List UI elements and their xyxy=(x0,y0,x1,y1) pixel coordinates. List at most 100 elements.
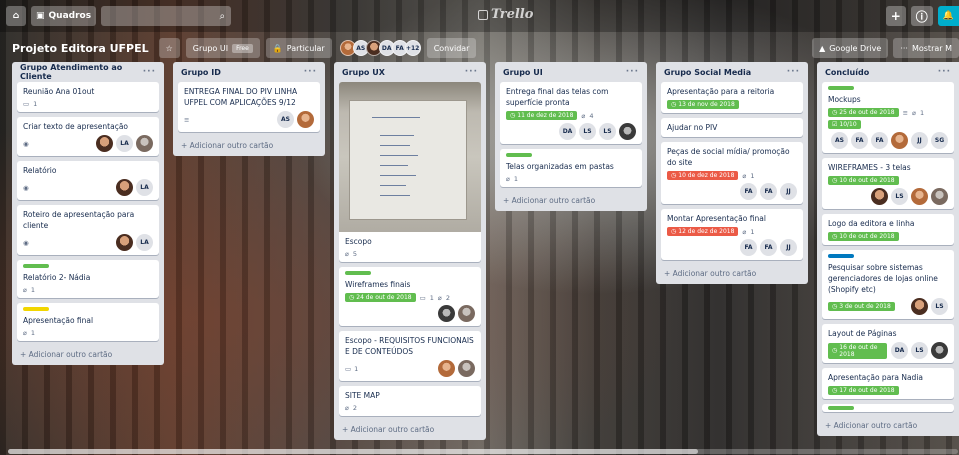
member-avatar[interactable] xyxy=(619,123,636,140)
member-avatar[interactable]: AS xyxy=(831,132,848,149)
list-title[interactable]: Grupo UI xyxy=(503,68,543,77)
due-date-badge[interactable]: ◷ 17 de out de 2018 xyxy=(828,386,899,395)
due-date-badge[interactable]: ◷ 11 de dez de 2018 xyxy=(506,111,578,120)
add-card-button[interactable]: + Adicionar outro cartão xyxy=(339,421,481,436)
list-menu-icon[interactable]: ··· xyxy=(626,67,639,77)
member-avatar[interactable]: LS xyxy=(911,342,928,359)
add-card-button[interactable]: + Adicionar outro cartão xyxy=(17,346,159,361)
notifications-button[interactable]: 🔔 xyxy=(937,6,959,26)
list-title[interactable]: Grupo Social Media xyxy=(664,68,751,77)
due-date-badge[interactable]: ◷ 16 de out de 2018 xyxy=(828,342,887,359)
list-title[interactable]: Concluído xyxy=(825,68,869,77)
card-label-blue[interactable] xyxy=(828,254,854,258)
due-date-badge[interactable]: ◷ 12 de dez de 2018 xyxy=(667,227,739,236)
due-date-badge[interactable]: ◷ 10 de dez de 2018 xyxy=(667,171,739,180)
member-avatar[interactable]: DA xyxy=(891,342,908,359)
member-avatar[interactable]: FA xyxy=(760,183,777,200)
member-avatar[interactable] xyxy=(458,360,475,377)
due-date-badge[interactable]: ◷ 3 de out de 2018 xyxy=(828,302,895,311)
member-avatar[interactable]: AS xyxy=(277,111,294,128)
due-date-badge[interactable]: ◷ 10 de out de 2018 xyxy=(828,176,899,185)
card[interactable]: Ajudar no PIV xyxy=(661,118,803,137)
card[interactable]: Apresentação final ⌀ 1 xyxy=(17,303,159,341)
card[interactable]: Relatório ◉ LA xyxy=(17,161,159,200)
info-button[interactable]: ⓘ xyxy=(910,6,933,26)
list-menu-icon[interactable]: ··· xyxy=(938,67,951,77)
member-avatar[interactable] xyxy=(458,305,475,322)
member-avatar[interactable]: DA xyxy=(559,123,576,140)
card[interactable]: Logo da editora e linha ◷ 10 de out de 20… xyxy=(822,214,954,245)
list-menu-icon[interactable]: ··· xyxy=(787,67,800,77)
card[interactable]: SITE MAP ⌀ 2 xyxy=(339,386,481,416)
add-card-button[interactable]: + Adicionar outro cartão xyxy=(822,417,954,432)
card-label-green[interactable] xyxy=(345,271,371,275)
card-label-yellow[interactable] xyxy=(23,307,49,311)
member-avatar[interactable] xyxy=(297,111,314,128)
star-button[interactable]: ☆ xyxy=(158,38,180,58)
member-avatar[interactable]: SG xyxy=(931,132,948,149)
card[interactable]: Relatório 2- Nádia ⌀ 1 xyxy=(17,260,159,298)
trello-logo[interactable]: Trello xyxy=(478,7,533,22)
list-menu-icon[interactable]: ··· xyxy=(143,67,156,77)
member-avatar[interactable]: LS xyxy=(599,123,616,140)
card[interactable]: Escopo ⌀ 5 xyxy=(339,82,481,262)
horizontal-scrollbar[interactable] xyxy=(8,449,958,454)
card[interactable]: Entrega final das telas com superfície p… xyxy=(500,82,642,144)
member-avatar[interactable] xyxy=(438,360,455,377)
card[interactable] xyxy=(822,404,954,412)
card[interactable]: Apresentação para Nadia ◷ 17 de out de 20… xyxy=(822,368,954,399)
home-button[interactable]: ⌂ xyxy=(6,6,26,26)
member-avatar[interactable]: JJ xyxy=(780,183,797,200)
add-card-button[interactable]: + Adicionar outro cartão xyxy=(178,137,320,152)
member-avatar[interactable] xyxy=(116,234,133,251)
member-avatar[interactable]: JJ xyxy=(911,132,928,149)
card-label-green[interactable] xyxy=(828,86,854,90)
card-label-green[interactable] xyxy=(23,264,49,268)
team-button[interactable]: Grupo UI Free xyxy=(185,38,260,58)
member-avatar[interactable] xyxy=(891,132,908,149)
list-menu-icon[interactable]: ··· xyxy=(304,67,317,77)
card[interactable]: Pesquisar sobre sistemas gerenciadores d… xyxy=(822,250,954,319)
more-members-badge[interactable]: +12 xyxy=(404,40,421,56)
card[interactable]: Roteiro de apresentação para cliente ◉ L… xyxy=(17,205,159,255)
member-avatar[interactable]: FA xyxy=(851,132,868,149)
list-title[interactable]: Grupo Atendimento ao Cliente xyxy=(20,63,143,81)
card[interactable]: Mockups ◷ 25 de out de 2018 ≡ ⌀ 1 ☑ 10/10 A… xyxy=(822,82,954,153)
due-date-badge[interactable]: ◷ 24 de out de 2018 xyxy=(345,293,416,302)
list-menu-icon[interactable]: ··· xyxy=(465,67,478,77)
member-avatar[interactable]: LA xyxy=(116,135,133,152)
card[interactable]: WIREFRAMES - 3 telas ◷ 10 de out de 2018 … xyxy=(822,158,954,209)
card[interactable]: Telas organizadas em pastas ⌀ 1 xyxy=(500,149,642,187)
member-avatar[interactable] xyxy=(136,135,153,152)
boards-button[interactable]: ▣ Quadros xyxy=(31,6,97,26)
visibility-button[interactable]: 🔒 Particular xyxy=(265,38,332,58)
card-label-green[interactable] xyxy=(506,153,532,157)
member-avatar[interactable]: LS xyxy=(891,188,908,205)
member-avatar[interactable] xyxy=(96,135,113,152)
member-avatar[interactable]: FA xyxy=(740,183,757,200)
create-button[interactable]: + xyxy=(885,6,906,26)
invite-button[interactable]: Convidar xyxy=(426,38,477,58)
card-label-green[interactable] xyxy=(828,406,854,410)
card[interactable]: Peças de social mídia/ promoção do site … xyxy=(661,142,803,204)
card[interactable]: Wireframes finais ◷ 24 de out de 2018 ▭ 1 … xyxy=(339,267,481,326)
add-card-button[interactable]: + Adicionar outro cartão xyxy=(500,192,642,207)
board-title[interactable]: Projeto Editora UFPEL xyxy=(8,40,153,57)
member-avatar[interactable] xyxy=(931,188,948,205)
due-date-badge[interactable]: ◷ 13 de nov de 2018 xyxy=(667,100,739,109)
member-avatar[interactable]: LA xyxy=(136,179,153,196)
member-avatar[interactable]: JJ xyxy=(780,239,797,256)
member-avatar[interactable] xyxy=(911,188,928,205)
member-avatar[interactable]: LS xyxy=(931,298,948,315)
search-input[interactable]: ⌕ xyxy=(101,6,232,26)
list-title[interactable]: Grupo ID xyxy=(181,68,221,77)
checklist-badge[interactable]: ☑ 10/10 xyxy=(828,120,861,129)
member-avatar[interactable] xyxy=(116,179,133,196)
due-date-badge[interactable]: ◷ 10 de out de 2018 xyxy=(828,232,899,241)
due-date-badge[interactable]: ◷ 25 de out de 2018 xyxy=(828,108,899,117)
show-menu-button[interactable]: ··· Mostrar M xyxy=(893,38,959,58)
member-avatar[interactable] xyxy=(931,342,948,359)
member-avatar[interactable] xyxy=(871,188,888,205)
card[interactable]: Apresentação para a reitoria ◷ 13 de nov … xyxy=(661,82,803,113)
list-title[interactable]: Grupo UX xyxy=(342,68,385,77)
